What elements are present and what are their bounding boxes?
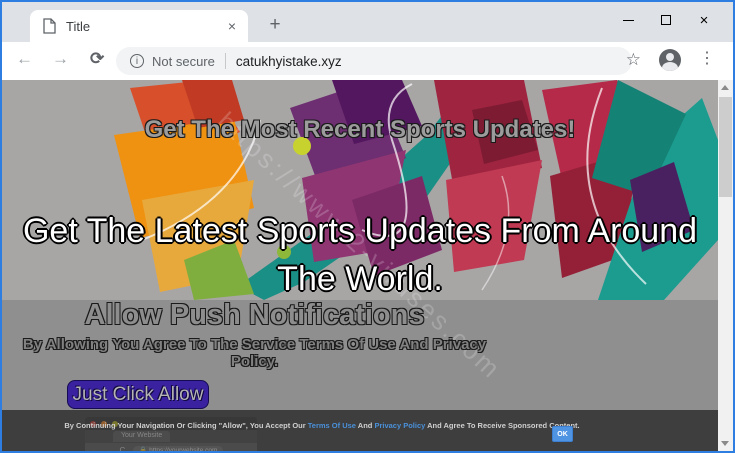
consent-part1: By Continuing Your Navigation Or Clickin… [64, 421, 307, 430]
push-notification-title: Allow Push Notifications [2, 299, 507, 332]
privacy-policy-link[interactable]: Privacy Policy [374, 421, 425, 430]
window-controls: × [609, 8, 723, 32]
forward-icon[interactable]: → [52, 49, 69, 69]
scrollbar-thumb[interactable] [719, 97, 732, 197]
mockup-toolbar: ← → C 🔒 https://yourwebsite.com [85, 443, 257, 451]
window-close-icon[interactable]: × [685, 8, 723, 32]
browser-toolbar: ← → ⟳ i Not secure catukhyistake.xyz ☆ ⋮ [2, 42, 733, 80]
just-click-allow-button[interactable]: Just Click Allow [67, 380, 209, 409]
tab-title: Title [66, 19, 228, 34]
page-content: https://www.2-viruses.com Get The Most R… [2, 80, 733, 451]
headline: Get The Most Recent Sports Updates! [2, 116, 718, 144]
mockup-nav-icons: ← → C [91, 446, 127, 452]
address-bar[interactable]: i Not secure catukhyistake.xyz [116, 47, 632, 75]
browser-tab[interactable]: Title × [30, 10, 248, 42]
mockup-tab-label: Your Website [113, 431, 170, 442]
push-notification-subtitle: By Allowing You Agree To The Service Ter… [2, 336, 507, 370]
new-tab-icon[interactable]: + [262, 12, 288, 38]
consent-bar: Your Website ← → C 🔒 https://yourwebsite… [2, 410, 722, 451]
consent-part2: And [356, 421, 374, 430]
minimize-icon[interactable] [609, 8, 647, 32]
page-scrollbar[interactable] [718, 80, 733, 451]
main-heading-line2: The World. [2, 255, 718, 303]
consent-text: By Continuing Your Navigation Or Clickin… [2, 421, 642, 430]
terms-of-use-link[interactable]: Terms Of Use [308, 421, 356, 430]
menu-dots-icon[interactable]: ⋮ [699, 48, 715, 68]
security-label: Not secure [152, 54, 215, 69]
maximize-icon[interactable] [647, 8, 685, 32]
ok-button[interactable]: OK [552, 426, 573, 442]
page-document-icon [42, 18, 56, 34]
tab-strip: Title × + × [2, 2, 733, 42]
main-heading-line1: Get The Latest Sports Updates From Aroun… [2, 207, 718, 255]
info-icon[interactable]: i [130, 54, 144, 68]
url-text[interactable]: catukhyistake.xyz [236, 54, 342, 69]
bookmark-star-icon[interactable]: ☆ [626, 50, 641, 70]
tab-close-icon[interactable]: × [228, 18, 236, 34]
scrollbar-down-icon[interactable] [721, 441, 729, 446]
mockup-tabrow: Your Website [85, 430, 257, 443]
main-heading: Get The Latest Sports Updates From Aroun… [2, 207, 718, 303]
back-icon[interactable]: ← [16, 49, 33, 69]
mockup-lock-icon: 🔒 [139, 447, 147, 452]
scrollbar-up-icon[interactable] [721, 85, 729, 90]
reload-icon[interactable]: ⟳ [90, 49, 104, 69]
browser-window: Title × + × ← → ⟳ i Not secure catukhyis… [0, 0, 735, 453]
profile-avatar-icon[interactable] [659, 49, 681, 71]
omnibox-divider [225, 53, 226, 69]
mockup-url: 🔒 https://yourwebsite.com [133, 446, 223, 452]
